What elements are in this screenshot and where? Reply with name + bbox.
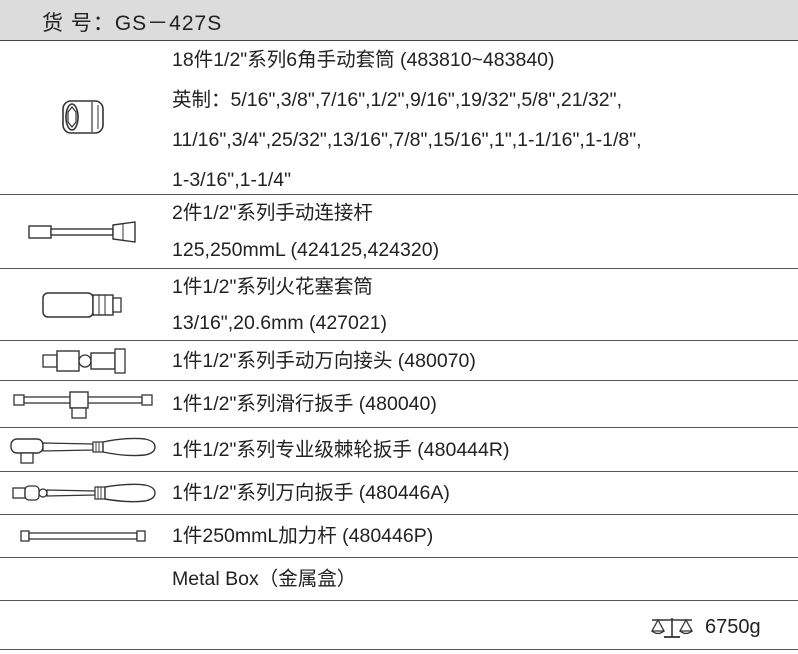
item-spec: 1-3/16",1-1/4" [172,169,291,191]
list-item: Metal Box（金属盒） [0,558,798,601]
item-number: 货 号：GS－427S [42,12,223,35]
weight-footer: 6750g [0,601,798,654]
universal-joint-icon [0,341,165,380]
bottom-divider [0,649,798,650]
item-spec: 125,250mmL (424125,424320) [172,239,440,261]
list-item: 1件1/2"系列专业级棘轮扳手 (480444R) [0,428,798,472]
breaker-bar-icon [0,515,165,557]
item-title: 1件1/2"系列专业级棘轮扳手 (480444R) [172,438,510,461]
ratchet-wrench-icon [0,428,165,471]
spark-plug-socket-icon [0,269,165,340]
item-title: 1件250mmL加力杆 (480446P) [172,525,434,547]
item-title: 1件1/2"系列万向扳手 (480446A) [172,482,450,504]
socket-icon [0,40,165,194]
sliding-t-bar-icon [0,381,165,427]
list-item: 1件1/2"系列滑行扳手 (480040) [0,381,798,428]
item-spec: 英制：5/16",3/8",7/16",1/2",9/16",19/32",5/… [172,89,622,111]
list-item: 2件1/2"系列手动连接杆 125,250mmL (424125,424320) [0,195,798,269]
item-title: 2件1/2"系列手动连接杆 [172,202,373,224]
scale-icon [648,615,696,646]
extension-bar-icon [0,195,165,268]
item-spec: 11/16",3/4",25/32",13/16",7/8",15/16",1"… [172,129,642,151]
item-spec: 13/16",20.6mm (427021) [172,312,388,334]
item-title: Metal Box（金属盒） [172,568,357,590]
item-title: 1件1/2"系列滑行扳手 (480040) [172,393,437,415]
item-title: 1件1/2"系列手动万向接头 (480070) [172,349,476,372]
list-item: 18件1/2"系列6角手动套筒 (483810~483840) 英制：5/16"… [0,40,798,195]
list-item: 1件1/2"系列火花塞套筒 13/16",20.6mm (427021) [0,269,798,341]
list-item: 1件1/2"系列手动万向接头 (480070) [0,341,798,381]
item-title: 18件1/2"系列6角手动套筒 (483810~483840) [172,49,555,71]
list-item: 1件250mmL加力杆 (480446P) [0,515,798,558]
header-bar: 货 号：GS－427S [0,0,798,41]
weight-value: 6750g [705,616,761,638]
list-item: 1件1/2"系列万向扳手 (480446A) [0,472,798,515]
flex-handle-icon [0,472,165,514]
item-title: 1件1/2"系列火花塞套筒 [172,276,373,298]
